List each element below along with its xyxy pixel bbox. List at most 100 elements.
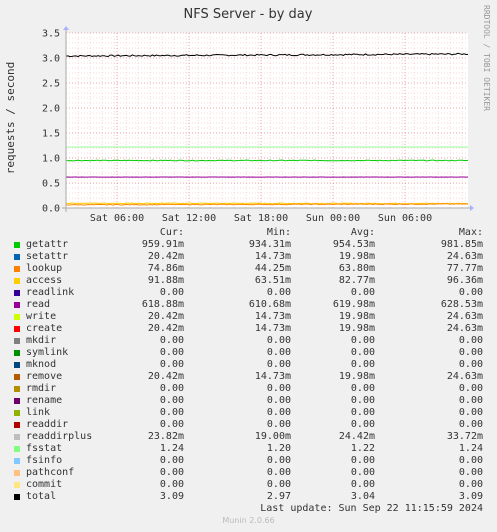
legend-max-value: 981.85m xyxy=(440,239,483,250)
legend-max-value: 24.63m xyxy=(446,371,483,382)
legend-avg-value: 0.00 xyxy=(350,395,375,406)
legend-swatch xyxy=(14,398,20,404)
legend-name: readlink xyxy=(26,287,75,298)
y-tick-label: 3.0 xyxy=(42,54,60,65)
legend-row: read 618.88m 610.68m 619.98m 628.53m xyxy=(0,299,497,311)
legend-row: readlink 0.00 0.00 0.00 0.00 xyxy=(0,287,497,299)
legend-max-value: 0.00 xyxy=(458,335,483,346)
legend-swatch xyxy=(14,326,20,332)
legend-max-value: 24.63m xyxy=(446,323,483,334)
legend-swatch xyxy=(14,338,20,344)
legend-name: lookup xyxy=(26,263,63,274)
legend-min-value: 610.68m xyxy=(248,299,291,310)
legend-row: mknod 0.00 0.00 0.00 0.00 xyxy=(0,359,497,371)
legend-avg-value: 19.98m xyxy=(338,251,375,262)
legend-name: create xyxy=(26,323,63,334)
legend-swatch xyxy=(14,386,20,392)
legend-min-value: 14.73m xyxy=(254,311,291,322)
legend-row: remove 20.42m 14.73m 19.98m 24.63m xyxy=(0,371,497,383)
y-tick-label: 1.5 xyxy=(42,129,60,140)
y-tick-label: 0.5 xyxy=(42,179,60,190)
legend-header: Cur: Min: Avg: Max: xyxy=(0,227,497,239)
legend-max-value: 628.53m xyxy=(440,299,483,310)
legend-row: setattr 20.42m 14.73m 19.98m 24.63m xyxy=(0,251,497,263)
legend-cur-value: 0.00 xyxy=(159,479,184,490)
legend-avg-value: 82.77m xyxy=(338,275,375,286)
legend-min-value: 14.73m xyxy=(254,323,291,334)
legend-cur-value: 0.00 xyxy=(159,287,184,298)
legend-min-value: 934.31m xyxy=(248,239,291,250)
legend-max-value: 96.36m xyxy=(446,275,483,286)
legend-avg-value: 1.22 xyxy=(350,443,375,454)
legend-swatch xyxy=(14,458,20,464)
legend-min-value: 0.00 xyxy=(266,455,291,466)
legend-cur-value: 0.00 xyxy=(159,467,184,478)
legend-name: read xyxy=(26,299,51,310)
legend-name: setattr xyxy=(26,251,69,262)
legend-swatch xyxy=(14,410,20,416)
legend-name: access xyxy=(26,275,63,286)
legend-avg-value: 0.00 xyxy=(350,347,375,358)
legend-max-value: 0.00 xyxy=(458,359,483,370)
legend-row: lookup 74.86m 44.25m 63.80m 77.77m xyxy=(0,263,497,275)
legend-avg-value: 0.00 xyxy=(350,383,375,394)
header-avg: Avg: xyxy=(350,227,375,238)
legend-cur-value: 23.82m xyxy=(147,431,184,442)
legend-max-value: 3.09 xyxy=(458,491,483,502)
legend-avg-value: 0.00 xyxy=(350,467,375,478)
legend-row: link 0.00 0.00 0.00 0.00 xyxy=(0,407,497,419)
legend-min-value: 0.00 xyxy=(266,419,291,430)
x-ticks: Sat 06:00 Sat 12:00 Sat 18:00 Sun 00:00 Sun … xyxy=(90,213,432,224)
legend-swatch xyxy=(14,314,20,320)
legend-cur-value: 959.91m xyxy=(141,239,184,250)
legend-name: rename xyxy=(26,395,63,406)
legend-avg-value: 0.00 xyxy=(350,335,375,346)
legend-name: pathconf xyxy=(26,467,75,478)
legend-swatch xyxy=(14,302,20,308)
legend-avg-value: 0.00 xyxy=(350,359,375,370)
legend-row: rename 0.00 0.00 0.00 0.00 xyxy=(0,395,497,407)
last-update: Last update: Sun Sep 22 11:15:59 2024 xyxy=(260,503,483,514)
legend-row: mkdir 0.00 0.00 0.00 0.00 xyxy=(0,335,497,347)
legend-avg-value: 0.00 xyxy=(350,407,375,418)
legend-max-value: 33.72m xyxy=(446,431,483,442)
plot-area xyxy=(66,33,468,208)
legend-swatch xyxy=(14,482,20,488)
y-tick-label: 2.5 xyxy=(42,79,60,90)
x-tick-label: Sat 06:00 xyxy=(90,213,144,224)
legend-row: getattr 959.91m 934.31m 954.53m 981.85m xyxy=(0,239,497,251)
legend-min-value: 0.00 xyxy=(266,347,291,358)
legend-min-value: 0.00 xyxy=(266,467,291,478)
legend-row: access 91.88m 63.51m 82.77m 96.36m xyxy=(0,275,497,287)
legend-min-value: 0.00 xyxy=(266,479,291,490)
y-tick-label: 1.0 xyxy=(42,154,60,165)
header-cur: Cur: xyxy=(159,227,184,238)
legend-row: write 20.42m 14.73m 19.98m 24.63m xyxy=(0,311,497,323)
x-tick-label: Sat 18:00 xyxy=(234,213,288,224)
legend-row: symlink 0.00 0.00 0.00 0.00 xyxy=(0,347,497,359)
legend-max-value: 0.00 xyxy=(458,455,483,466)
header-min: Min: xyxy=(266,227,291,238)
legend-row: rmdir 0.00 0.00 0.00 0.00 xyxy=(0,383,497,395)
legend-name: symlink xyxy=(26,347,69,358)
legend-cur-value: 0.00 xyxy=(159,335,184,346)
legend-max-value: 77.77m xyxy=(446,263,483,274)
legend-min-value: 44.25m xyxy=(254,263,291,274)
legend-swatch xyxy=(14,242,20,248)
legend-avg-value: 0.00 xyxy=(350,479,375,490)
legend-max-value: 0.00 xyxy=(458,467,483,478)
x-tick-label: Sun 00:00 xyxy=(306,213,360,224)
legend-min-value: 14.73m xyxy=(254,371,291,382)
legend-avg-value: 24.42m xyxy=(338,431,375,442)
legend-swatch xyxy=(14,278,20,284)
legend-max-value: 0.00 xyxy=(458,287,483,298)
legend-cur-value: 3.09 xyxy=(159,491,184,502)
legend-name: link xyxy=(26,407,51,418)
legend-name: commit xyxy=(26,479,63,490)
legend-row: readdir 0.00 0.00 0.00 0.00 xyxy=(0,419,497,431)
legend-avg-value: 19.98m xyxy=(338,323,375,334)
legend-avg-value: 19.98m xyxy=(338,371,375,382)
legend-swatch xyxy=(14,434,20,440)
legend-swatch xyxy=(14,446,20,452)
legend-min-value: 0.00 xyxy=(266,407,291,418)
